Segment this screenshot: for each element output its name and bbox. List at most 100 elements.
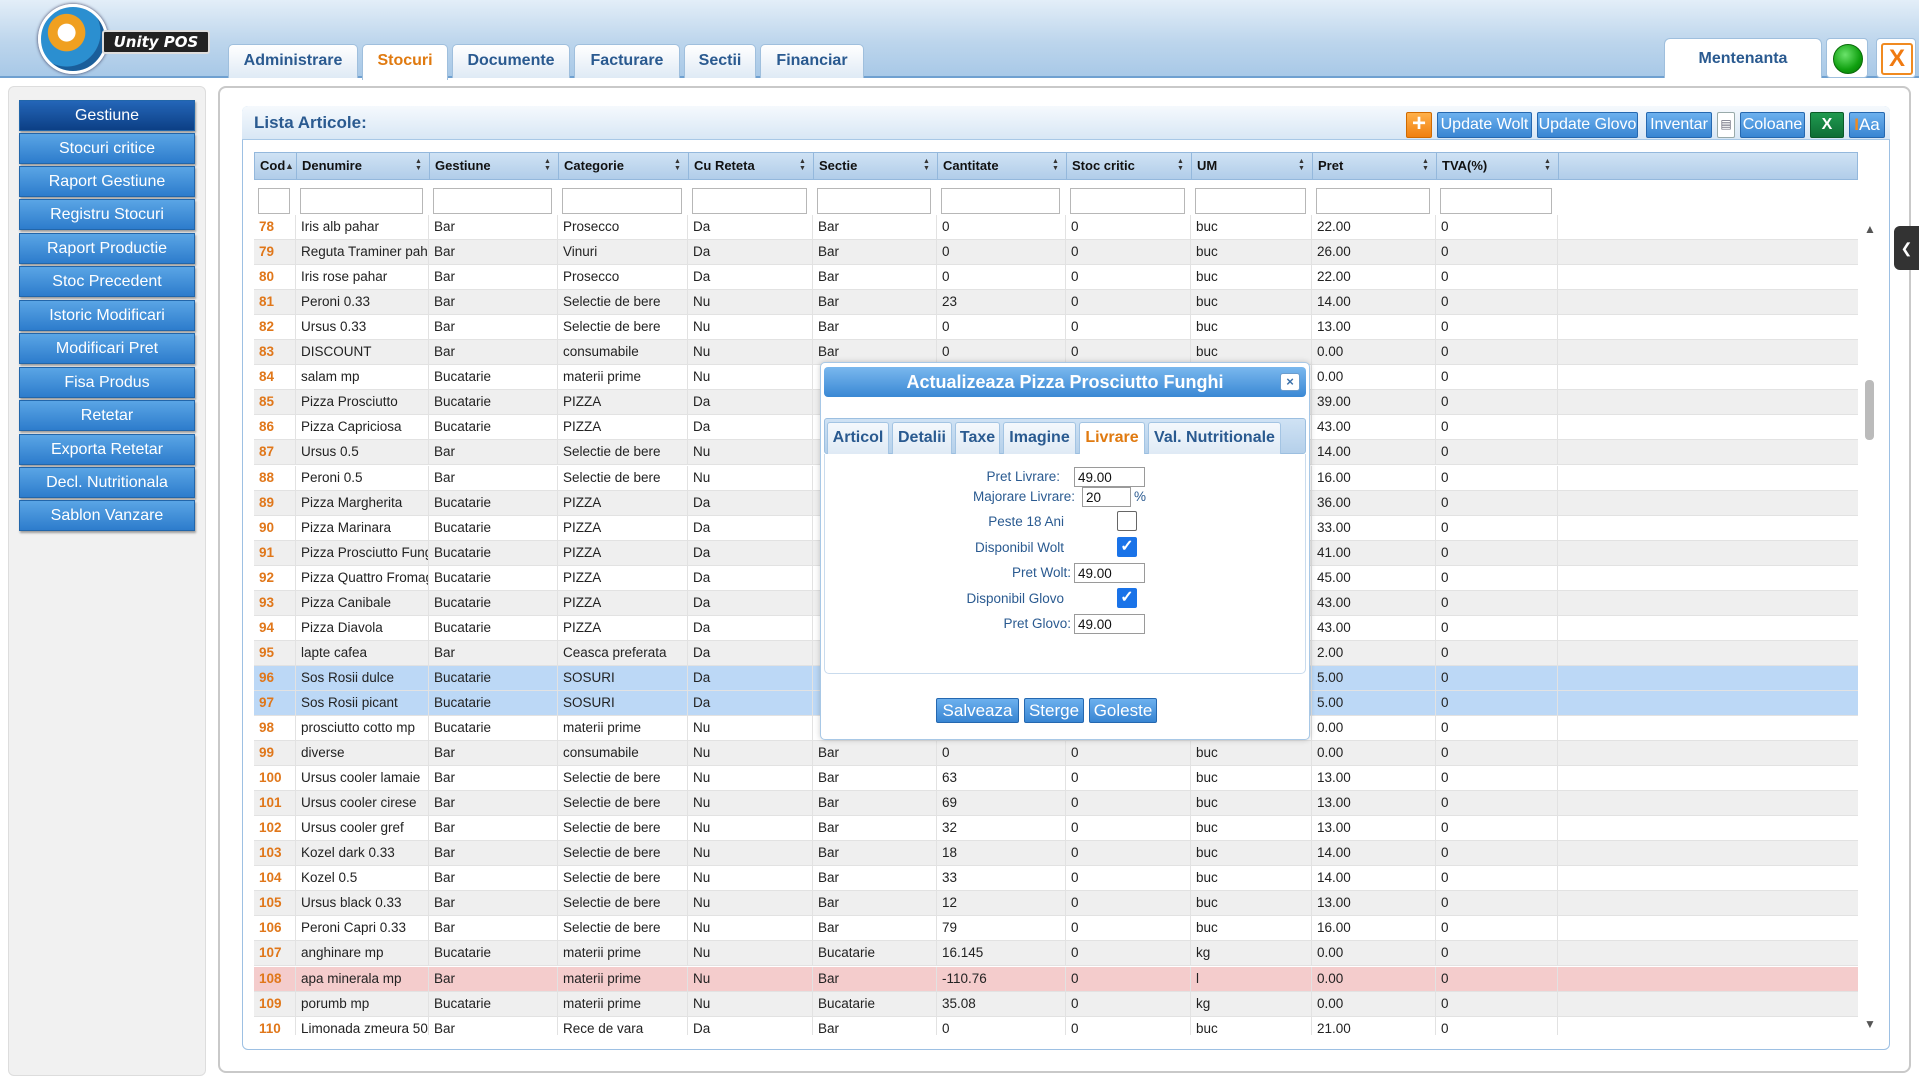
tab-sectii[interactable]: Sectii <box>684 44 756 78</box>
cell-cod: 95 <box>254 640 296 666</box>
tab-imagine[interactable]: Imagine <box>1003 422 1076 454</box>
tab-financiar[interactable]: Financiar <box>760 44 864 78</box>
cell-cod: 110 <box>254 1016 296 1035</box>
tab-val-nutritionale[interactable]: Val. Nutritionale <box>1148 422 1281 454</box>
table-row[interactable]: 103 Kozel dark 0.33 Bar Selectie de bere Nu B… <box>254 841 1858 867</box>
disponibil-wolt-checkbox[interactable]: ✓ <box>1117 537 1137 557</box>
table-row[interactable]: 81 Peroni 0.33 Bar Selectie de bere Nu Bar 23 0… <box>254 290 1858 316</box>
filter-input-cantitate[interactable] <box>941 188 1060 214</box>
scrollbar-thumb[interactable] <box>1865 380 1874 440</box>
tab-administrare[interactable]: Administrare <box>228 44 358 78</box>
cell-denumire: Peroni 0.33 <box>296 290 429 316</box>
sidebar-item-decl-nutritionala[interactable]: Decl. Nutritionala <box>19 467 195 498</box>
column-header-sectie[interactable]: Sectie ▲▼ <box>814 153 938 179</box>
tab-documente[interactable]: Documente <box>452 44 570 78</box>
column-header-cantitate[interactable]: Cantitate ▲▼ <box>938 153 1067 179</box>
table-row[interactable]: 109 porumb mp Bucatarie materii prime Nu Buca… <box>254 991 1858 1017</box>
tab-taxe[interactable]: Taxe <box>955 422 1000 454</box>
column-header-stoc-critic[interactable]: Stoc critic ▲▼ <box>1067 153 1192 179</box>
peste-18-ani-checkbox[interactable] <box>1117 511 1137 531</box>
filter-input-sectie[interactable] <box>817 188 931 214</box>
column-header-categorie[interactable]: Categorie ▲▼ <box>559 153 689 179</box>
close-app-button[interactable]: X <box>1876 38 1916 78</box>
filter-input-categorie[interactable] <box>562 188 682 214</box>
tab-livrare[interactable]: Livrare <box>1079 422 1145 454</box>
delete-button[interactable]: Sterge <box>1024 698 1084 723</box>
sort-icon: ▲▼ <box>1177 158 1184 172</box>
pret-glovo-input[interactable] <box>1074 614 1145 634</box>
disponibil-glovo-checkbox[interactable]: ✓ <box>1117 588 1137 608</box>
filter-input-pret[interactable] <box>1316 188 1430 214</box>
scroll-up-icon[interactable]: ▲ <box>1864 222 1876 236</box>
cell-pret: 0.00 <box>1312 991 1436 1017</box>
save-button[interactable]: Salveaza <box>936 698 1019 723</box>
coloane-button[interactable]: Coloane <box>1740 112 1805 138</box>
table-row[interactable]: 82 Ursus 0.33 Bar Selectie de bere Nu Bar 0 0 bu… <box>254 315 1858 341</box>
tab-facturare[interactable]: Facturare <box>574 44 680 78</box>
mentenanta-button[interactable]: Mentenanta <box>1664 38 1822 78</box>
table-row[interactable]: 78 Iris alb pahar Bar Prosecco Da Bar 0 0 buc 22.… <box>254 215 1858 240</box>
cell-tva: 0 <box>1436 891 1558 917</box>
cell-categorie: PIZZA <box>558 565 688 591</box>
cell-sectie: Bucatarie <box>813 991 937 1017</box>
column-header-gestiune[interactable]: Gestiune ▲▼ <box>430 153 559 179</box>
table-row[interactable]: 100 Ursus cooler lamaie Bar Selectie de ber… <box>254 766 1858 792</box>
filter-input-stoc-critic[interactable] <box>1070 188 1185 214</box>
table-row[interactable]: 79 Reguta Traminer pahar Bar Vinuri Da Bar 0 0 b… <box>254 240 1858 266</box>
table-row[interactable]: 107 anghinare mp Bucatarie materii prime Nu B… <box>254 941 1858 967</box>
column-header-cu-reteta[interactable]: Cu Reteta ▲▼ <box>689 153 814 179</box>
update-glovo-button[interactable]: Update Glovo <box>1537 112 1638 138</box>
inventar-button[interactable]: Inventar <box>1646 112 1712 138</box>
table-row[interactable]: 102 Ursus cooler gref Bar Selectie de bere N… <box>254 816 1858 842</box>
column-header-cod[interactable]: Cod ▲ <box>255 153 297 179</box>
sidebar-item-fisa-produs[interactable]: Fisa Produs <box>19 367 195 398</box>
filter-input-cod[interactable] <box>258 188 290 214</box>
column-header-pret[interactable]: Pret ▲▼ <box>1313 153 1437 179</box>
sidebar-item-raport-gestiune[interactable]: Raport Gestiune <box>19 166 195 197</box>
tab-detalii[interactable]: Detalii <box>892 422 952 454</box>
sidebar-item-istoric-modificari[interactable]: Istoric Modificari <box>19 300 195 331</box>
panel-toggle-chevron-icon[interactable]: ❮ <box>1894 226 1919 270</box>
table-row[interactable]: 101 Ursus cooler cirese Bar Selectie de ber… <box>254 791 1858 817</box>
filter-input-cu-reteta[interactable] <box>692 188 807 214</box>
dialog-close-icon[interactable]: × <box>1280 373 1300 391</box>
table-row[interactable]: 105 Ursus black 0.33 Bar Selectie de bere Nu… <box>254 891 1858 917</box>
font-size-button[interactable]: IAa <box>1849 112 1885 138</box>
sidebar-item-registru-stocuri[interactable]: Registru Stocuri <box>19 199 195 230</box>
table-row[interactable]: 104 Kozel 0.5 Bar Selectie de bere Nu Bar 33 0 b… <box>254 866 1858 892</box>
table-row[interactable]: 99 diverse Bar consumabile Nu Bar 0 0 buc 0.00 0 <box>254 741 1858 767</box>
update-wolt-button[interactable]: Update Wolt <box>1437 112 1532 138</box>
column-header-um[interactable]: UM ▲▼ <box>1192 153 1313 179</box>
tab-articol[interactable]: Articol <box>827 422 889 454</box>
filter-input-um[interactable] <box>1195 188 1306 214</box>
sidebar-item-retetar[interactable]: Retetar <box>19 400 195 431</box>
majorare-livrare-input[interactable] <box>1082 487 1131 507</box>
table-row[interactable]: 106 Peroni Capri 0.33 Bar Selectie de bere N… <box>254 916 1858 942</box>
filter-input-gestiune[interactable] <box>433 188 552 214</box>
table-row[interactable]: 110 Limonada zmeura 500 Bar Rece de vara Da B… <box>254 1016 1858 1035</box>
sidebar-item-stocuri-critice[interactable]: Stocuri critice <box>19 133 195 164</box>
pret-livrare-input[interactable] <box>1074 467 1145 487</box>
table-row[interactable]: 108 apa minerala mp Bar materii prime Nu Bar -… <box>254 966 1858 992</box>
column-header-tva[interactable]: TVA(%) ▲▼ <box>1437 153 1559 179</box>
add-article-button[interactable]: + <box>1406 112 1432 138</box>
excel-export-button[interactable]: X <box>1810 112 1844 138</box>
sidebar-item-gestiune[interactable]: Gestiune <box>19 100 195 131</box>
sidebar-item-exporta-retetar[interactable]: Exporta Retetar <box>19 434 195 465</box>
sidebar-item-sablon-vanzare[interactable]: Sablon Vanzare <box>19 500 195 531</box>
document-icon[interactable]: ▤ <box>1717 112 1735 138</box>
sidebar-item-raport-productie[interactable]: Raport Productie <box>19 233 195 264</box>
clear-button[interactable]: Goleste <box>1089 698 1157 723</box>
sidebar-item-modificari-pret[interactable]: Modificari Pret <box>19 333 195 364</box>
tab-stocuri[interactable]: Stocuri <box>362 44 448 80</box>
filter-input-tva[interactable] <box>1440 188 1552 214</box>
filter-input-denumire[interactable] <box>300 188 423 214</box>
scroll-down-icon[interactable]: ▼ <box>1864 1017 1876 1031</box>
pret-wolt-input[interactable] <box>1074 563 1145 583</box>
sidebar-item-stoc-precedent[interactable]: Stoc Precedent <box>19 266 195 297</box>
column-header-denumire[interactable]: Denumire ▲▼ <box>297 153 430 179</box>
cell-pret: 2.00 <box>1312 640 1436 666</box>
table-row[interactable]: 80 Iris rose pahar Bar Prosecco Da Bar 0 0 buc 22… <box>254 265 1858 291</box>
cell-cod: 80 <box>254 265 296 291</box>
cell-cu-reteta: Da <box>688 565 813 591</box>
